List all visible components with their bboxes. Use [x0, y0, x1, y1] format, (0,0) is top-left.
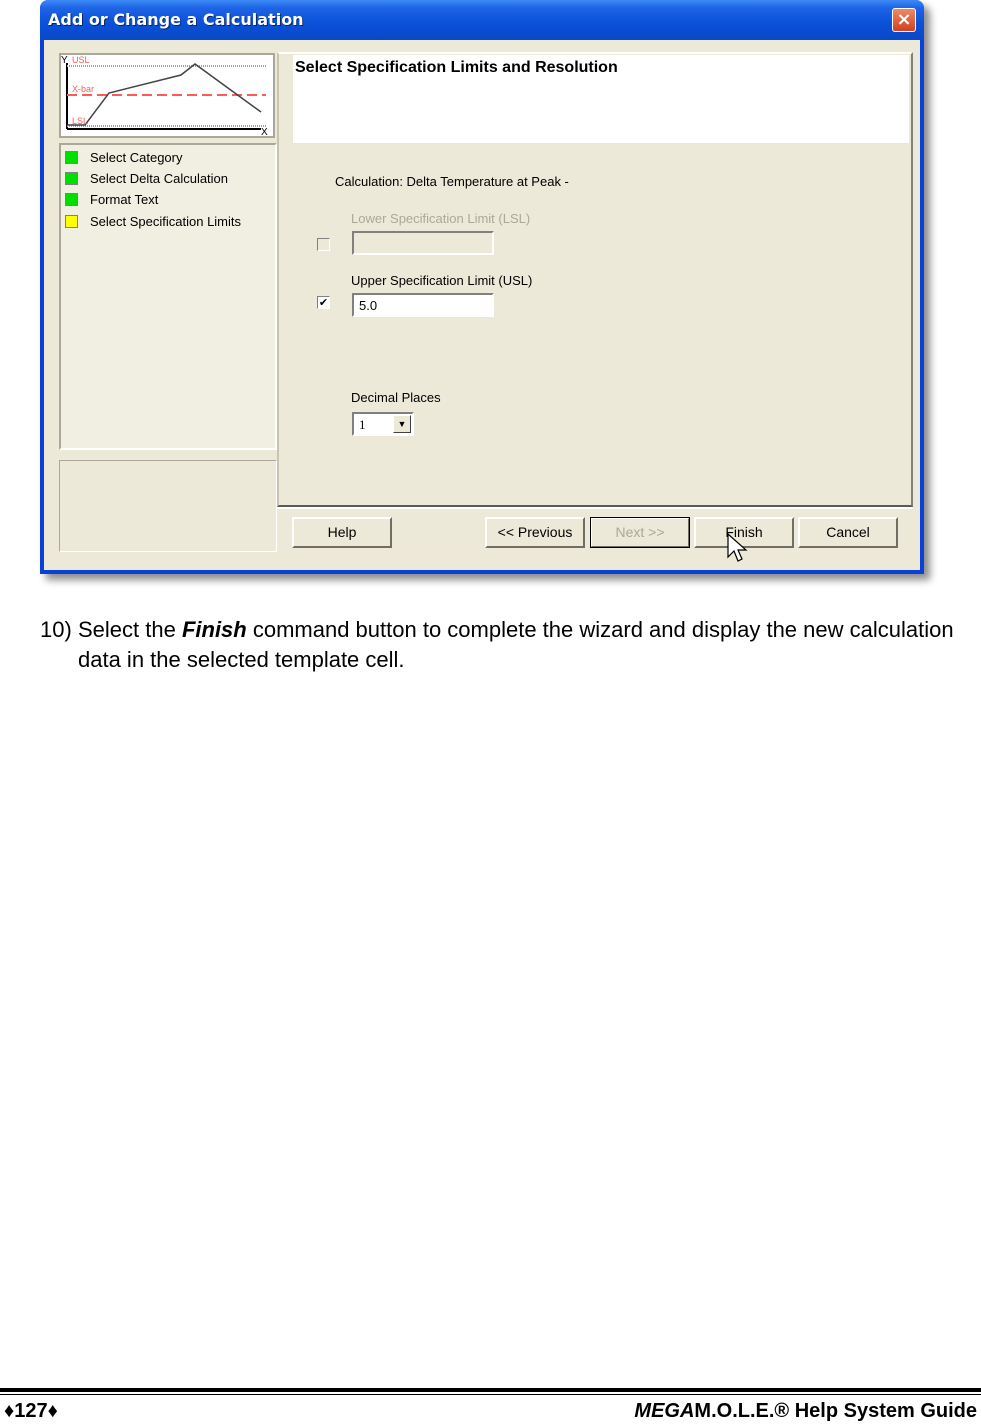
decimal-places-select[interactable]: 1 ▼	[352, 412, 414, 436]
guide-brand: MEGA	[634, 1400, 695, 1422]
decimal-places-value: 1	[359, 417, 366, 432]
lsl-label: Lower Specification Limit (LSL)	[351, 211, 531, 226]
usl-input[interactable]: 5.0	[352, 293, 494, 317]
step-item: Select Category	[65, 147, 183, 167]
calculation-label: Calculation: Delta Temperature at Peak -	[335, 174, 569, 189]
lsl-input[interactable]	[352, 231, 494, 255]
mouse-pointer-icon	[727, 533, 748, 562]
step-complete-icon	[65, 150, 78, 164]
guide-title-rest: M.O.L.E.® Help System Guide	[694, 1400, 977, 1422]
chart-thumbnail: Y X USL X-bar LSL	[59, 53, 275, 138]
panel-header: Select Specification Limits and Resoluti…	[293, 55, 909, 143]
previous-button[interactable]: << Previous	[485, 517, 585, 548]
usl-checkbox[interactable]: ✔	[317, 296, 330, 309]
cancel-button[interactable]: Cancel	[798, 517, 898, 548]
title-bar[interactable]: Add or Change a Calculation ×	[40, 0, 924, 40]
step-content-panel: Select Specification Limits and Resoluti…	[277, 52, 913, 507]
step-label: Select Specification Limits	[90, 213, 242, 229]
next-button[interactable]: Next >>	[590, 517, 690, 548]
x-axis-label: X	[261, 127, 268, 136]
footer-divider-thin	[0, 1394, 981, 1395]
step-label: Select Delta Calculation	[90, 170, 229, 186]
instruction-emphasis: Finish	[181, 617, 247, 642]
chevron-down-icon[interactable]: ▼	[393, 415, 411, 433]
footer-divider	[0, 1388, 981, 1392]
button-bar: Help << Previous Next >> Finish Cancel	[277, 507, 913, 552]
usl-label: Upper Specification Limit (USL)	[351, 273, 533, 288]
instruction-text: Select the Finish command button to comp…	[78, 615, 958, 675]
guide-title: MEGAM.O.L.E.® Help System Guide	[634, 1400, 977, 1423]
checkmark-icon: ✔	[318, 296, 329, 309]
decimal-places-label: Decimal Places	[351, 390, 441, 405]
close-icon[interactable]: ×	[892, 8, 916, 32]
spc-chart-icon: Y X USL X-bar LSL	[61, 55, 268, 138]
info-panel	[59, 460, 277, 552]
instruction-prefix: Select the	[78, 617, 182, 642]
step-item: Format Text	[65, 189, 158, 209]
dialog-client: Y X USL X-bar LSL Select Category Select…	[44, 40, 920, 570]
page-number: ♦127♦	[4, 1400, 58, 1422]
step-item: Select Delta Calculation	[65, 168, 228, 188]
help-button[interactable]: Help	[292, 517, 392, 548]
panel-title: Select Specification Limits and Resoluti…	[295, 59, 618, 76]
step-current-icon	[65, 214, 78, 228]
lsl-checkbox[interactable]	[317, 238, 330, 251]
lsl-label: LSL	[72, 116, 88, 126]
step-label: Select Category	[90, 149, 183, 165]
xbar-label: X-bar	[72, 84, 94, 94]
step-label: Format Text	[90, 191, 159, 207]
y-axis-label: Y	[61, 55, 68, 66]
wizard-window: Add or Change a Calculation × Y X USL X-…	[40, 0, 924, 574]
usl-label: USL	[72, 55, 90, 65]
step-complete-icon	[65, 192, 78, 206]
window-title: Add or Change a Calculation	[48, 10, 304, 29]
step-complete-icon	[65, 171, 78, 185]
wizard-steps-list: Select Category Select Delta Calculation…	[59, 143, 277, 450]
step-number: 10)	[40, 617, 72, 642]
step-item: Select Specification Limits	[65, 211, 241, 231]
